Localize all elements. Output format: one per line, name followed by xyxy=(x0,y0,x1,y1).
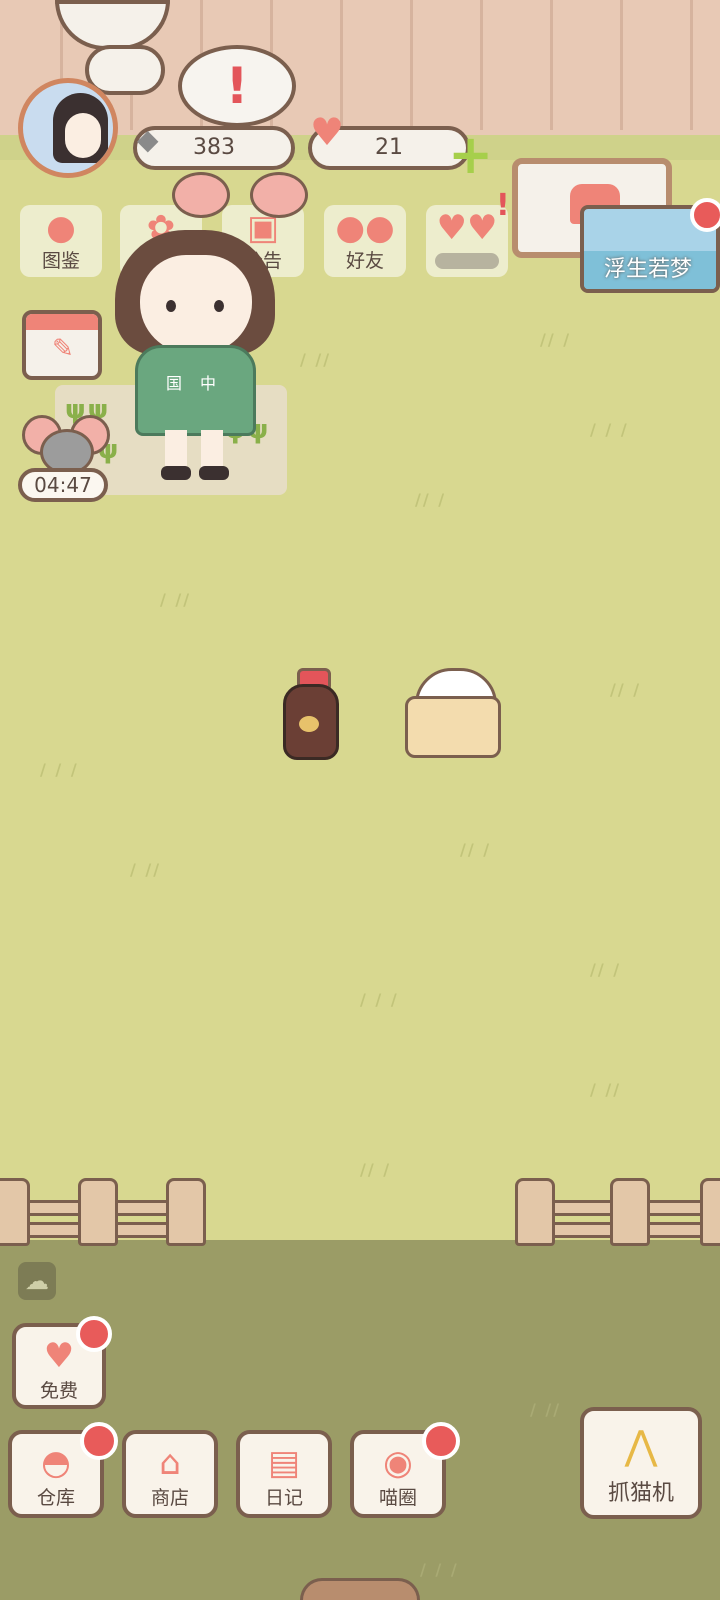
fish-icon: ◆ xyxy=(137,123,159,156)
claw-icon: ⋀ xyxy=(624,1423,658,1469)
cat-head-icon: ● xyxy=(46,208,76,248)
shop-button[interactable]: ⌂ 商店 xyxy=(122,1430,218,1518)
claw-machine-button[interactable]: ⋀ 抓猫机 xyxy=(580,1407,702,1519)
free-notification-dot xyxy=(76,1316,112,1352)
warehouse-notification-dot xyxy=(80,1422,118,1460)
calendar-button[interactable]: ✎ xyxy=(22,310,102,380)
event-banner-label: 浮生若梦 xyxy=(604,257,693,282)
menu-label: 图鉴 xyxy=(41,250,80,272)
soy-sauce-bottle[interactable] xyxy=(283,668,339,760)
cat-circle-label: 喵圈 xyxy=(378,1487,417,1509)
grass-field: // / / // / / / // / / // // / / / / // … xyxy=(0,160,720,1240)
heart-count: 21 xyxy=(375,135,403,160)
notebook-icon: ▤ xyxy=(267,1443,301,1483)
menu-button-collection[interactable]: ● 图鉴 xyxy=(20,205,102,277)
shirt-text-left: 国 xyxy=(166,374,183,393)
menu-label: 好友 xyxy=(345,250,384,272)
character-body: 国 中 xyxy=(135,345,256,436)
claw-machine-label: 抓猫机 xyxy=(607,1481,674,1506)
friends-icon: ●● xyxy=(335,208,395,248)
bottom-fence-left xyxy=(0,1178,210,1248)
bottom-roof-edge xyxy=(300,1578,420,1600)
pencil-icon: ✎ xyxy=(52,334,74,364)
warehouse-label: 仓库 xyxy=(36,1487,75,1509)
cloud-icon[interactable]: ☁ xyxy=(18,1262,56,1300)
character-legs xyxy=(161,430,235,482)
diary-button[interactable]: ▤ 日记 xyxy=(236,1430,332,1518)
alert-bubble[interactable]: ! xyxy=(178,45,296,127)
shop-label: 商店 xyxy=(150,1487,189,1509)
mouse-icon[interactable] xyxy=(22,415,110,475)
menu-label xyxy=(435,253,499,269)
character-ears xyxy=(172,172,308,218)
event-notification-dot xyxy=(690,198,720,232)
heart-currency: ♥ 21 xyxy=(308,113,470,170)
shirt-text-right: 中 xyxy=(200,374,217,393)
heart-icon: ♥ xyxy=(310,110,345,154)
diary-label: 日记 xyxy=(264,1487,303,1509)
countdown-timer: 04:47 xyxy=(18,468,108,502)
free-label: 免费 xyxy=(39,1380,78,1402)
fish-count: 383 xyxy=(193,135,235,160)
menu-button-friends[interactable]: ●● 好友 xyxy=(324,205,406,277)
bottom-fence-right xyxy=(515,1178,720,1248)
character-face[interactable] xyxy=(140,255,252,353)
circle-notification-dot xyxy=(422,1422,460,1460)
fish-currency: ◆ 383 xyxy=(133,123,295,170)
player-avatar[interactable] xyxy=(18,78,118,178)
shop-icon: ⌂ xyxy=(159,1443,181,1483)
add-hearts-button[interactable]: + xyxy=(448,128,493,182)
rice-basket[interactable] xyxy=(405,668,501,758)
hearts-alert-icon: ! xyxy=(496,188,510,223)
